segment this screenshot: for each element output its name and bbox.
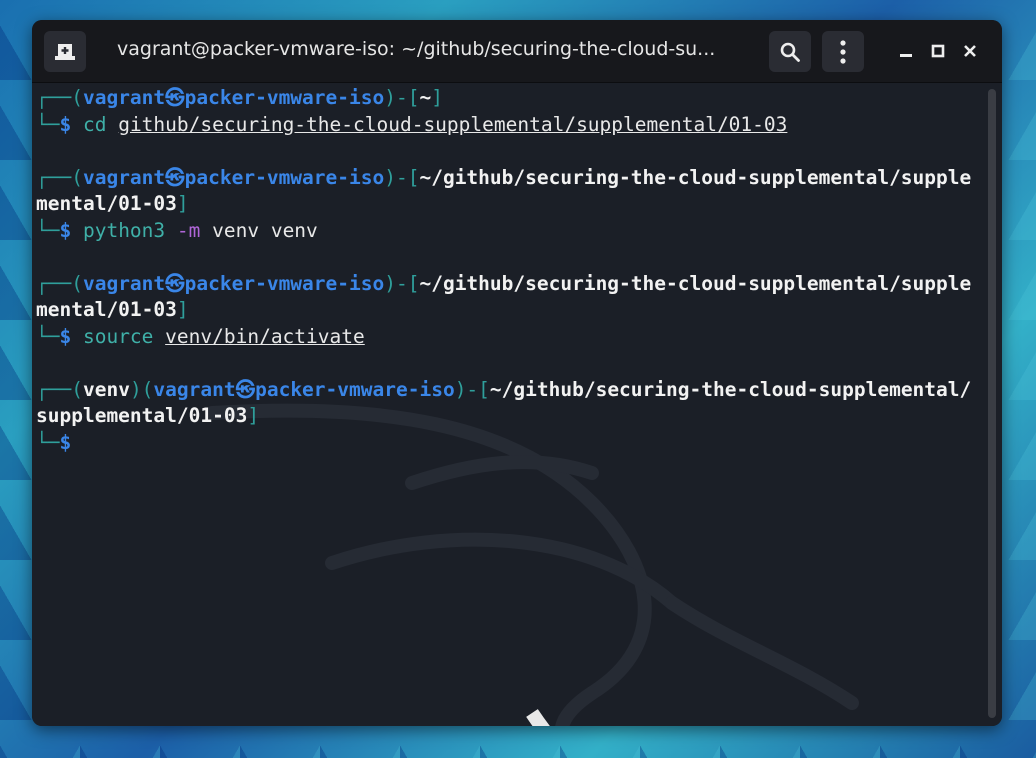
segment-frame: └─ [36, 430, 60, 454]
segment-prompt: $ [59, 430, 72, 454]
segment-cmd: python3 [82, 218, 177, 242]
segment-prompt: $ [59, 112, 83, 136]
new-tab-icon [55, 43, 75, 60]
segment-path: ~/github/securing-the-cloud-supplemental… [489, 377, 972, 401]
maximize-icon [931, 44, 945, 58]
segment-path: mental/01-03 [36, 192, 177, 215]
segment-path: ~/github/securing-the-cloud-supplemental… [419, 165, 972, 189]
segment-frame: ] [431, 86, 443, 109]
close-icon [964, 45, 976, 57]
segment-user: vagrant㉿packer-vmware-iso [82, 86, 385, 109]
new-tab-button[interactable] [44, 31, 86, 72]
window-title: vagrant@packer-vmware-iso: ~/github/secu… [117, 38, 716, 60]
terminal-line: mental/01-03] [36, 297, 971, 324]
segment-frame: ] [176, 192, 189, 215]
terminal-line: mental/01-03] [36, 191, 971, 218]
segment-venv: venv [82, 377, 130, 401]
segment-prompt: $ [59, 218, 83, 242]
segment-cmd: cd [82, 112, 119, 136]
segment-frame: )-[ [384, 86, 420, 109]
terminal-line: └─$ cd github/securing-the-cloud-supplem… [36, 112, 971, 139]
segment-frame: )( [129, 377, 154, 401]
segment-frame: ┌──( [36, 165, 83, 189]
search-button[interactable] [769, 31, 811, 72]
segment-frame: ┌──( [36, 377, 83, 401]
terminal-window: vagrant@packer-vmware-iso: ~/github/secu… [32, 20, 1002, 726]
segment-frame: ┌──( [36, 271, 83, 295]
terminal-output[interactable]: ┌──(vagrant㉿packer-vmware-iso)-[~] └─$ cd… [32, 83, 1002, 726]
terminal-line: ┌──(vagrant㉿packer-vmware-iso)-[~/github… [36, 271, 971, 298]
kebab-menu-icon [840, 39, 846, 64]
segment-frame: └─ [36, 112, 60, 136]
close-button[interactable] [959, 40, 981, 62]
segment-user: vagrant㉿packer-vmware-iso [82, 165, 385, 189]
terminal-lines: ┌──(vagrant㉿packer-vmware-iso)-[~] └─$ cd… [36, 85, 971, 456]
menu-button[interactable] [822, 31, 864, 72]
segment-argu: github/securing-the-cloud-supplemental/s… [118, 112, 788, 136]
terminal-line: supplemental/01-03] [36, 403, 971, 430]
segment-argu: venv/bin/activate [165, 324, 365, 348]
segment-path: ~/github/securing-the-cloud-supplemental… [419, 271, 972, 295]
terminal-line: └─$ source venv/bin/activate [36, 324, 971, 351]
search-icon [780, 42, 800, 62]
terminal-line: ┌──(vagrant㉿packer-vmware-iso)-[~] [36, 85, 971, 112]
minimize-icon [900, 54, 912, 57]
segment-frame: └─ [36, 218, 60, 242]
segment-path: ~ [419, 86, 432, 109]
minimize-button[interactable] [895, 40, 917, 62]
segment-frame: ] [247, 404, 260, 427]
segment-frame: ] [176, 298, 189, 321]
segment-cmd: source [82, 324, 166, 348]
terminal-line: └─$ [36, 430, 971, 457]
scrollbar[interactable] [988, 89, 996, 718]
segment-path: mental/01-03 [36, 298, 177, 321]
segment-frame: )-[ [384, 271, 420, 295]
segment-frame: )-[ [384, 165, 420, 189]
terminal-line: ┌──(venv)(vagrant㉿packer-vmware-iso)-[~/… [36, 377, 971, 404]
terminal-line: ┌──(vagrant㉿packer-vmware-iso)-[~/github… [36, 165, 971, 192]
segment-frame: )-[ [454, 377, 490, 401]
title-bar: vagrant@packer-vmware-iso: ~/github/secu… [32, 20, 1002, 83]
terminal-line: └─$ python3 -m venv venv [36, 218, 971, 245]
segment-flag: -m [176, 218, 213, 242]
maximize-button[interactable] [927, 40, 949, 62]
segment-user: vagrant㉿packer-vmware-iso [153, 377, 455, 401]
segment-frame: ┌──( [36, 86, 83, 109]
segment-path: supplemental/01-03 [36, 404, 248, 427]
segment-frame: └─ [36, 324, 60, 348]
segment-arg: venv venv [212, 218, 318, 242]
segment-prompt: $ [59, 324, 83, 348]
segment-user: vagrant㉿packer-vmware-iso [82, 271, 385, 295]
